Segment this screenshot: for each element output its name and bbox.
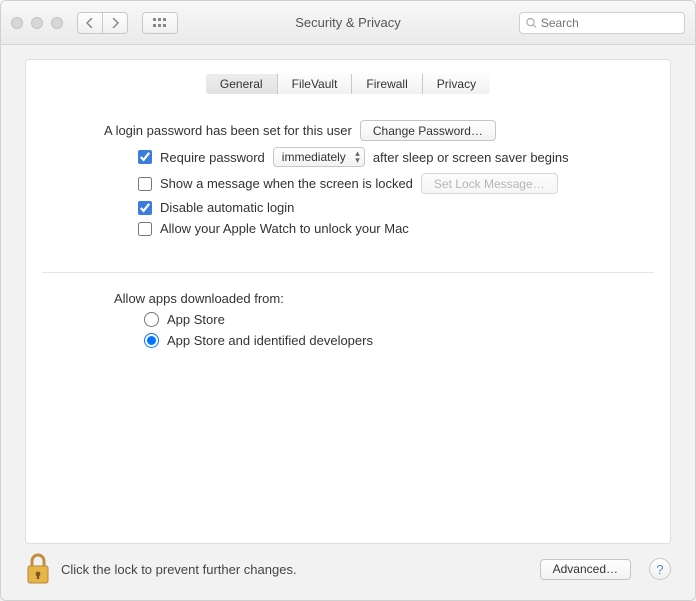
gatekeeper-label-appstore: App Store: [167, 312, 225, 327]
login-section: A login password has been set for this u…: [26, 104, 670, 252]
grid-icon: [153, 18, 167, 28]
apple-watch-checkbox[interactable]: [138, 222, 152, 236]
gatekeeper-option-identified[interactable]: App Store and identified developers: [144, 333, 614, 348]
help-button[interactable]: ?: [649, 558, 671, 580]
question-mark-icon: ?: [656, 562, 663, 577]
disable-auto-login-label: Disable automatic login: [160, 200, 294, 215]
tab-privacy[interactable]: Privacy: [423, 74, 490, 94]
show-message-label: Show a message when the screen is locked: [160, 176, 413, 191]
nav-buttons: [77, 12, 128, 34]
tab-filevault[interactable]: FileVault: [278, 74, 353, 94]
close-window-button[interactable]: [11, 17, 23, 29]
tab-firewall[interactable]: Firewall: [352, 74, 422, 94]
gatekeeper-heading: Allow apps downloaded from:: [114, 291, 614, 306]
require-password-label: Require password: [160, 150, 265, 165]
window-controls: [11, 17, 63, 29]
password-set-row: A login password has been set for this u…: [104, 120, 614, 141]
gatekeeper-options: App Store App Store and identified devel…: [114, 312, 614, 348]
minimize-window-button[interactable]: [31, 17, 43, 29]
chevron-left-icon: [86, 18, 94, 28]
chevron-right-icon: [111, 18, 119, 28]
tab-general[interactable]: General: [206, 74, 278, 94]
after-sleep-text: after sleep or screen saver begins: [373, 150, 569, 165]
password-set-text: A login password has been set for this u…: [104, 123, 352, 138]
show-all-button[interactable]: [142, 12, 178, 34]
tab-row: General FileVault Firewall Privacy: [26, 60, 670, 104]
lock-icon[interactable]: [25, 553, 51, 585]
set-lock-message-button[interactable]: Set Lock Message…: [421, 173, 558, 194]
titlebar: Security & Privacy: [1, 1, 695, 45]
lock-text: Click the lock to prevent further change…: [61, 562, 530, 577]
disable-auto-login-checkbox[interactable]: [138, 201, 152, 215]
password-delay-value: immediately: [282, 150, 346, 164]
require-password-checkbox[interactable]: [138, 150, 152, 164]
password-delay-select[interactable]: immediately ▴▾: [273, 147, 365, 167]
zoom-window-button[interactable]: [51, 17, 63, 29]
show-message-checkbox[interactable]: [138, 177, 152, 191]
tab-segmented-control: General FileVault Firewall Privacy: [206, 74, 490, 94]
search-icon: [526, 17, 537, 29]
settings-panel: General FileVault Firewall Privacy A log…: [25, 59, 671, 544]
back-button[interactable]: [77, 12, 103, 34]
disable-auto-login-row: Disable automatic login: [104, 200, 614, 215]
footer: Click the lock to prevent further change…: [1, 544, 695, 600]
section-divider: [42, 272, 654, 273]
content-area: General FileVault Firewall Privacy A log…: [1, 45, 695, 544]
forward-button[interactable]: [102, 12, 128, 34]
show-message-row: Show a message when the screen is locked…: [104, 173, 614, 194]
search-input[interactable]: [541, 16, 678, 30]
advanced-button[interactable]: Advanced…: [540, 559, 631, 580]
gatekeeper-radio-identified[interactable]: [144, 333, 159, 348]
change-password-button[interactable]: Change Password…: [360, 120, 496, 141]
gatekeeper-label-identified: App Store and identified developers: [167, 333, 373, 348]
search-field[interactable]: [519, 12, 685, 34]
gatekeeper-option-appstore[interactable]: App Store: [144, 312, 614, 327]
preferences-window: Security & Privacy General FileVault Fir…: [0, 0, 696, 601]
updown-icon: ▴▾: [355, 150, 360, 164]
apple-watch-label: Allow your Apple Watch to unlock your Ma…: [160, 221, 409, 236]
apple-watch-row: Allow your Apple Watch to unlock your Ma…: [104, 221, 614, 236]
gatekeeper-section: Allow apps downloaded from: App Store Ap…: [26, 277, 670, 358]
require-password-row: Require password immediately ▴▾ after sl…: [104, 147, 614, 167]
gatekeeper-radio-appstore[interactable]: [144, 312, 159, 327]
